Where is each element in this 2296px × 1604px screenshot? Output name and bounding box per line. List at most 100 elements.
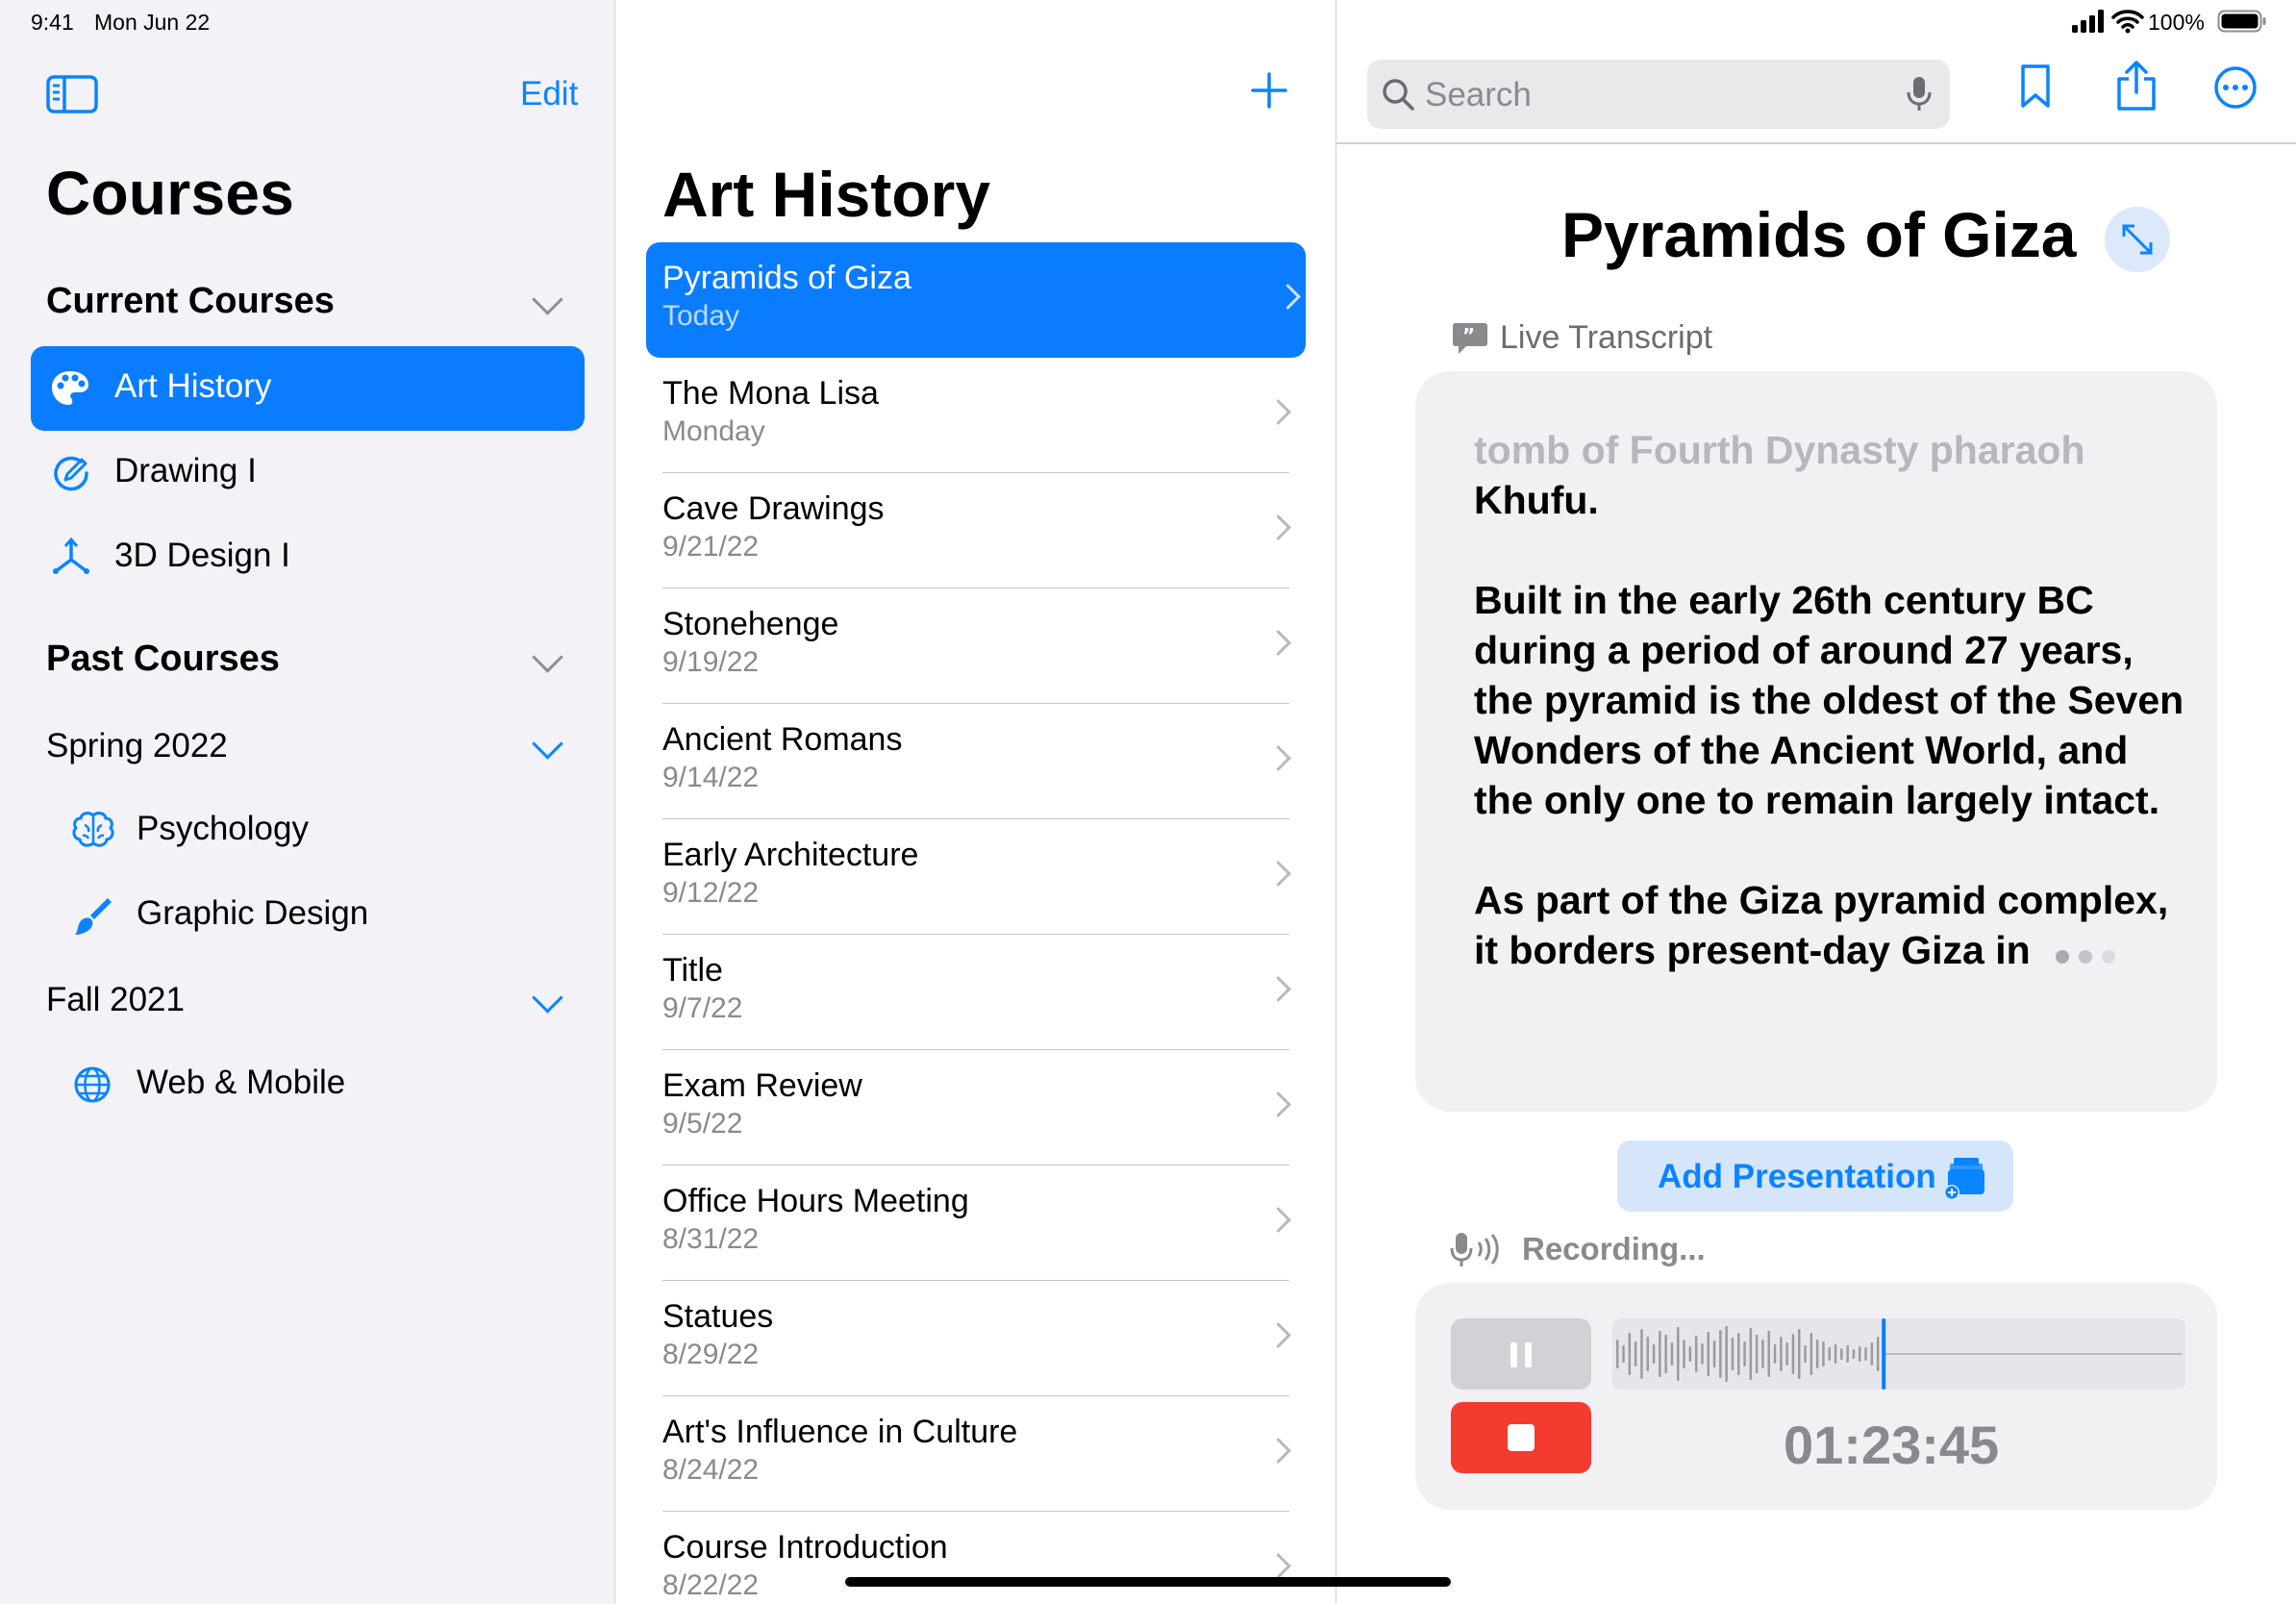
- list-item[interactable]: Ancient Romans 9/14/22: [615, 704, 1335, 819]
- add-slides-icon: [1942, 1156, 1986, 1205]
- battery-icon: [2217, 10, 2267, 38]
- waveform-bar: [1804, 1345, 1807, 1363]
- more-icon[interactable]: [2213, 65, 2258, 114]
- sidebar-item-drawing[interactable]: Drawing I: [31, 431, 585, 515]
- transcript-paragraph: Built in the early 26th century BC durin…: [1474, 578, 2184, 822]
- list-item-date: 8/29/22: [662, 1339, 760, 1370]
- search-field[interactable]: Search: [1367, 60, 1950, 129]
- axes-3d-icon: [52, 537, 90, 582]
- add-icon[interactable]: [1250, 71, 1288, 114]
- group-spring-2022[interactable]: Spring 2022: [46, 727, 228, 765]
- list-item[interactable]: Statues 8/29/22: [615, 1281, 1335, 1396]
- detail-pane: 100% Search Pyramids of Giza ” Live Tran…: [1336, 0, 2296, 1604]
- palette-icon: [50, 369, 90, 413]
- list-item-title: Cave Drawings: [662, 490, 885, 527]
- pause-button[interactable]: [1451, 1318, 1591, 1390]
- transcript-faded-line: tomb of Fourth Dynasty pharaoh: [1474, 428, 2085, 472]
- sidebar-item-3d-design[interactable]: 3D Design I: [31, 515, 585, 600]
- waveform-bar: [1688, 1346, 1692, 1362]
- current-courses-header[interactable]: Current Courses: [46, 281, 335, 322]
- waveform-bar: [1840, 1348, 1843, 1360]
- chevron-down-icon[interactable]: [532, 641, 563, 673]
- chevron-right-icon: [1265, 1553, 1291, 1579]
- list-item[interactable]: Early Architecture 9/12/22: [615, 819, 1335, 935]
- battery-percent: 100%: [2148, 10, 2205, 35]
- waveform-bar: [1616, 1340, 1619, 1368]
- chevron-down-icon[interactable]: [532, 728, 563, 760]
- toolbar-separator: [1336, 142, 2296, 144]
- sidebar-toggle-icon[interactable]: [46, 75, 98, 118]
- recording-status: Recording...: [1522, 1231, 1706, 1266]
- list-item[interactable]: Title 9/7/22: [615, 935, 1335, 1050]
- waveform-bar: [1870, 1342, 1874, 1366]
- waveform-bar: [1743, 1341, 1746, 1366]
- waveform-bar: [1725, 1326, 1728, 1382]
- list-item-title: Course Introduction: [662, 1529, 948, 1566]
- chevron-right-icon: [1265, 399, 1291, 425]
- list-item-title: Exam Review: [662, 1067, 862, 1104]
- chevron-right-icon: [1265, 1091, 1291, 1117]
- chevron-down-icon[interactable]: [532, 982, 563, 1014]
- list-item-date: 9/7/22: [662, 992, 743, 1024]
- list-item[interactable]: The Mona Lisa Monday: [615, 358, 1335, 473]
- list-item[interactable]: Art's Influence in Culture 8/24/22: [615, 1396, 1335, 1512]
- recording-timer: 01:23:45: [1784, 1415, 2000, 1475]
- sidebar-item-psychology[interactable]: Psychology: [31, 789, 585, 873]
- microphone-waves-icon: [1450, 1231, 1506, 1274]
- waveform-bar: [1646, 1337, 1649, 1371]
- expand-button[interactable]: [2105, 207, 2170, 272]
- waveform-bar: [1791, 1334, 1795, 1374]
- past-courses-header[interactable]: Past Courses: [46, 639, 280, 680]
- status-date: Mon Jun 22: [94, 10, 211, 35]
- microphone-icon[interactable]: [1906, 75, 1933, 118]
- group-fall-2021[interactable]: Fall 2021: [46, 981, 185, 1019]
- add-presentation-button[interactable]: Add Presentation: [1617, 1140, 2013, 1212]
- list-item[interactable]: Stonehenge 9/19/22: [615, 589, 1335, 704]
- list-item[interactable]: Office Hours Meeting 8/31/22: [615, 1165, 1335, 1281]
- edit-button[interactable]: Edit: [520, 75, 578, 113]
- sidebar-item-label: 3D Design I: [114, 537, 290, 574]
- stop-icon: [1508, 1424, 1535, 1451]
- brain-icon: [71, 810, 115, 855]
- waveform-bar: [1749, 1328, 1753, 1380]
- list-item-date: 8/31/22: [662, 1223, 760, 1255]
- transcript-line: Khufu.: [1474, 478, 1599, 522]
- waveform-bar: [1755, 1335, 1759, 1373]
- sidebar-item-graphic-design[interactable]: Graphic Design: [31, 873, 585, 958]
- playhead[interactable]: [1882, 1318, 1886, 1390]
- waveform-bar: [1670, 1342, 1674, 1366]
- waveform-bar: [1876, 1337, 1880, 1371]
- sidebar-item-art-history[interactable]: Art History: [31, 346, 585, 431]
- list-item[interactable]: Exam Review 9/5/22: [615, 1050, 1335, 1165]
- chevron-down-icon[interactable]: [532, 284, 563, 315]
- sidebar-item-label: Graphic Design: [137, 894, 369, 932]
- bookmark-icon[interactable]: [2019, 63, 2052, 114]
- waveform-bar: [1712, 1341, 1716, 1367]
- list-item[interactable]: Course Introduction 8/22/22: [615, 1512, 1335, 1604]
- list-item-title: Office Hours Meeting: [662, 1183, 969, 1219]
- waveform-bar: [1707, 1332, 1710, 1376]
- list-item[interactable]: Cave Drawings 9/21/22: [615, 473, 1335, 589]
- waveform-bar: [1737, 1333, 1740, 1375]
- waveform-bar: [1719, 1330, 1722, 1378]
- waveform-bar: [1864, 1347, 1867, 1361]
- sidebar-item-web-mobile[interactable]: Web & Mobile: [31, 1042, 585, 1127]
- waveform-bar: [1634, 1341, 1637, 1366]
- globe-icon: [73, 1065, 112, 1109]
- waveform-bar: [1622, 1345, 1625, 1363]
- chevron-right-icon: [1275, 284, 1301, 310]
- list-item-date: Today: [662, 300, 740, 332]
- svg-text:”: ”: [1462, 324, 1475, 347]
- chevron-right-icon: [1265, 514, 1291, 540]
- waveform-scrubber[interactable]: [1612, 1318, 2185, 1390]
- waveform-bar: [1683, 1340, 1685, 1368]
- sidebar-item-label: Art History: [114, 367, 272, 405]
- list-item[interactable]: Pyramids of Giza Today: [646, 242, 1306, 358]
- waveform-bar: [1761, 1340, 1764, 1368]
- waveform: [1616, 1318, 2182, 1390]
- list-item-date: 9/5/22: [662, 1108, 743, 1140]
- sidebar-item-label: Psychology: [137, 810, 309, 847]
- stop-button[interactable]: [1451, 1402, 1591, 1473]
- lecture-list-column: Art History Pyramids of Giza Today The M…: [615, 0, 1335, 1604]
- share-icon[interactable]: [2115, 60, 2158, 116]
